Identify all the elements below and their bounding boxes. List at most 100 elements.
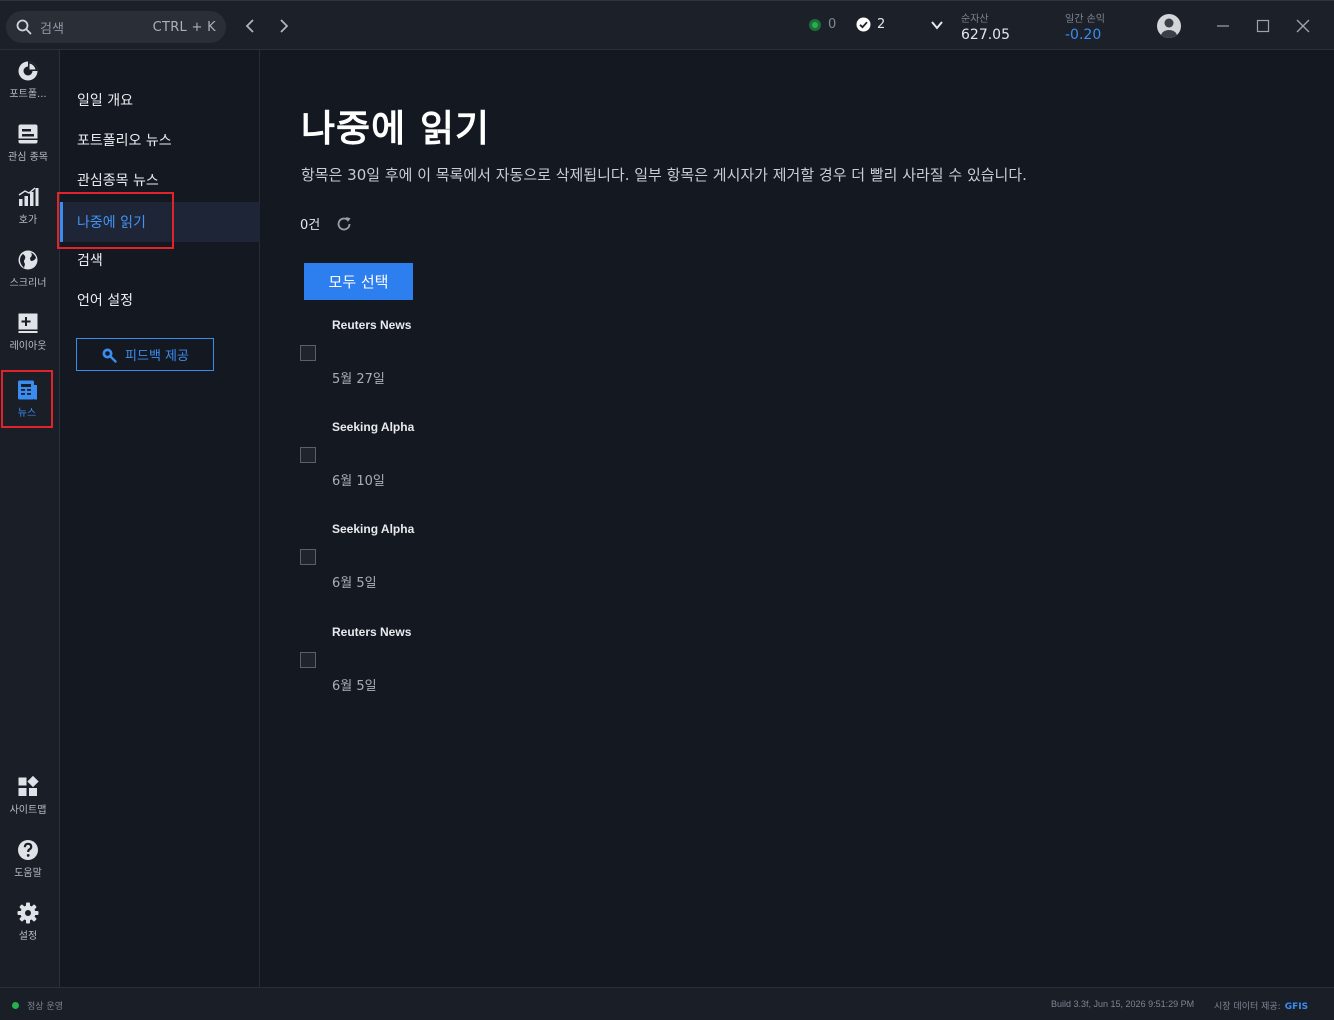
rail-label: 관심 종목 xyxy=(8,152,48,163)
news-source: Reuters News xyxy=(332,318,412,332)
help-icon xyxy=(18,840,38,860)
user-icon xyxy=(1161,18,1177,38)
status-dot-icon xyxy=(12,1002,19,1009)
subnav-read-later[interactable]: 나중에 읽기 xyxy=(60,202,260,242)
status-text: 정상 운영 xyxy=(27,1002,63,1012)
news-source: Reuters News xyxy=(332,625,412,639)
daily-pl-label: 일간 손익 xyxy=(1065,14,1105,25)
list-item[interactable]: Reuters News 5월 27일 xyxy=(300,318,600,408)
list-item[interactable]: Seeking Alpha 6월 10일 xyxy=(300,420,600,510)
net-assets: 순자산 627.05 xyxy=(961,10,1010,43)
news-date: 6월 5일 xyxy=(332,679,377,694)
minimize-icon xyxy=(1217,25,1229,27)
data-provider: 시장 데이터 제공: GFIS xyxy=(1214,999,1308,1012)
item-count-row: 0건 xyxy=(300,214,352,233)
chevron-left-icon xyxy=(245,19,254,33)
item-checkbox[interactable] xyxy=(300,652,316,668)
rail-item-help[interactable]: 도움말 xyxy=(0,831,56,887)
select-all-button[interactable]: 모두 선택 xyxy=(304,263,413,300)
maximize-icon xyxy=(1256,19,1270,33)
rail-label: 포트폴... xyxy=(9,89,47,100)
news-date: 6월 5일 xyxy=(332,576,377,591)
back-button[interactable] xyxy=(239,15,261,37)
avatar[interactable] xyxy=(1157,14,1181,38)
quotes-icon xyxy=(18,187,39,206)
rail-item-quotes[interactable]: 호가 xyxy=(0,178,56,234)
search-placeholder: 검색 xyxy=(40,21,64,37)
chevron-down-icon xyxy=(931,21,943,30)
rail-item-screener[interactable]: 스크리너 xyxy=(0,241,56,297)
rail-item-layout[interactable]: 레이아웃 xyxy=(0,304,56,360)
alerts-indicator[interactable]: 0 xyxy=(808,17,836,32)
news-source: Seeking Alpha xyxy=(332,522,415,536)
rail-label: 도움말 xyxy=(14,868,42,879)
daily-pl: 일간 손익 -0.20 xyxy=(1065,10,1105,43)
news-subnav: 일일 개요 포트폴리오 뉴스 관심종목 뉴스 나중에 읽기 검색 언어 설정 피… xyxy=(60,50,260,987)
main-content: 나중에 읽기 항목은 30일 후에 이 목록에서 자동으로 삭제됩니다. 일부 … xyxy=(260,50,1334,987)
feedback-button[interactable]: 피드백 제공 xyxy=(76,338,214,371)
search-shortcut: CTRL + K xyxy=(152,19,216,35)
news-source: Seeking Alpha xyxy=(332,420,415,434)
left-rail: 포트폴... 관심 종목 호가 스크리너 레이아웃 뉴스 사이트맵 도움말 설정 xyxy=(0,50,60,987)
news-date: 6월 10일 xyxy=(332,474,385,489)
done-count: 2 xyxy=(877,17,886,32)
gear-icon xyxy=(17,902,39,924)
net-assets-label: 순자산 xyxy=(961,14,989,25)
search-box[interactable]: 검색 CTRL + K xyxy=(6,11,226,43)
account-dropdown[interactable] xyxy=(929,17,945,37)
close-icon xyxy=(1296,19,1310,33)
connection-status: 정상 운영 xyxy=(12,999,63,1012)
portfolio-icon xyxy=(18,61,38,81)
done-indicator[interactable]: 2 xyxy=(856,17,885,32)
layout-icon xyxy=(18,313,38,333)
subnav-daily-overview[interactable]: 일일 개요 xyxy=(60,80,260,120)
rail-item-news[interactable]: 뉴스 xyxy=(1,370,53,428)
rail-label: 사이트맵 xyxy=(9,805,47,816)
rail-label: 스크리너 xyxy=(9,278,47,289)
search-icon xyxy=(16,19,32,35)
list-item[interactable]: Seeking Alpha 6월 5일 xyxy=(300,522,600,612)
check-circle-icon xyxy=(856,17,871,32)
item-checkbox[interactable] xyxy=(300,345,316,361)
chevron-right-icon xyxy=(280,19,289,33)
maximize-button[interactable] xyxy=(1254,17,1272,35)
build-info: Build 3.3f, Jun 15, 2026 9:51:29 PM xyxy=(1051,999,1195,1009)
item-count: 0건 xyxy=(300,218,321,233)
subnav-language-settings[interactable]: 언어 설정 xyxy=(60,280,260,320)
watchlist-icon xyxy=(18,124,38,144)
rail-item-sitemap[interactable]: 사이트맵 xyxy=(0,768,56,824)
globe-icon xyxy=(18,250,38,270)
daily-pl-value: -0.20 xyxy=(1065,27,1102,43)
item-checkbox[interactable] xyxy=(300,549,316,565)
provider-link[interactable]: GFIS xyxy=(1285,1002,1308,1012)
net-assets-value: 627.05 xyxy=(961,27,1010,43)
rail-label: 뉴스 xyxy=(17,408,37,419)
rail-item-watchlist[interactable]: 관심 종목 xyxy=(0,115,56,171)
feedback-label: 피드백 제공 xyxy=(125,349,189,364)
item-checkbox[interactable] xyxy=(300,447,316,463)
subnav-portfolio-news[interactable]: 포트폴리오 뉴스 xyxy=(60,120,260,160)
page-description: 항목은 30일 후에 이 목록에서 자동으로 삭제됩니다. 일부 항목은 게시자… xyxy=(301,166,1027,184)
subnav-watchlist-news[interactable]: 관심종목 뉴스 xyxy=(60,160,260,200)
provider-label: 시장 데이터 제공: xyxy=(1214,1002,1281,1012)
rail-label: 설정 xyxy=(18,931,38,942)
forward-button[interactable] xyxy=(273,15,295,37)
rail-item-portfolio[interactable]: 포트폴... xyxy=(0,52,56,108)
minimize-button[interactable] xyxy=(1214,17,1232,35)
sitemap-icon xyxy=(18,776,39,796)
list-item[interactable]: Reuters News 6월 5일 xyxy=(300,625,600,715)
status-bar: 정상 운영 Build 3.3f, Jun 15, 2026 9:51:29 P… xyxy=(0,987,1334,1020)
green-dot-icon xyxy=(809,18,821,31)
news-icon xyxy=(18,380,37,400)
alerts-count: 0 xyxy=(828,17,837,32)
news-date: 5월 27일 xyxy=(332,372,385,387)
rail-label: 레이아웃 xyxy=(9,341,47,352)
top-bar: 검색 CTRL + K 0 2 순자산 627.05 일간 손익 -0.20 xyxy=(0,0,1334,50)
rail-item-settings[interactable]: 설정 xyxy=(0,894,56,950)
feedback-icon xyxy=(102,348,117,363)
page-title: 나중에 읽기 xyxy=(301,107,491,150)
subnav-search[interactable]: 검색 xyxy=(60,240,260,280)
rail-label: 호가 xyxy=(18,215,38,226)
close-button[interactable] xyxy=(1294,17,1312,35)
refresh-icon[interactable] xyxy=(336,216,352,232)
